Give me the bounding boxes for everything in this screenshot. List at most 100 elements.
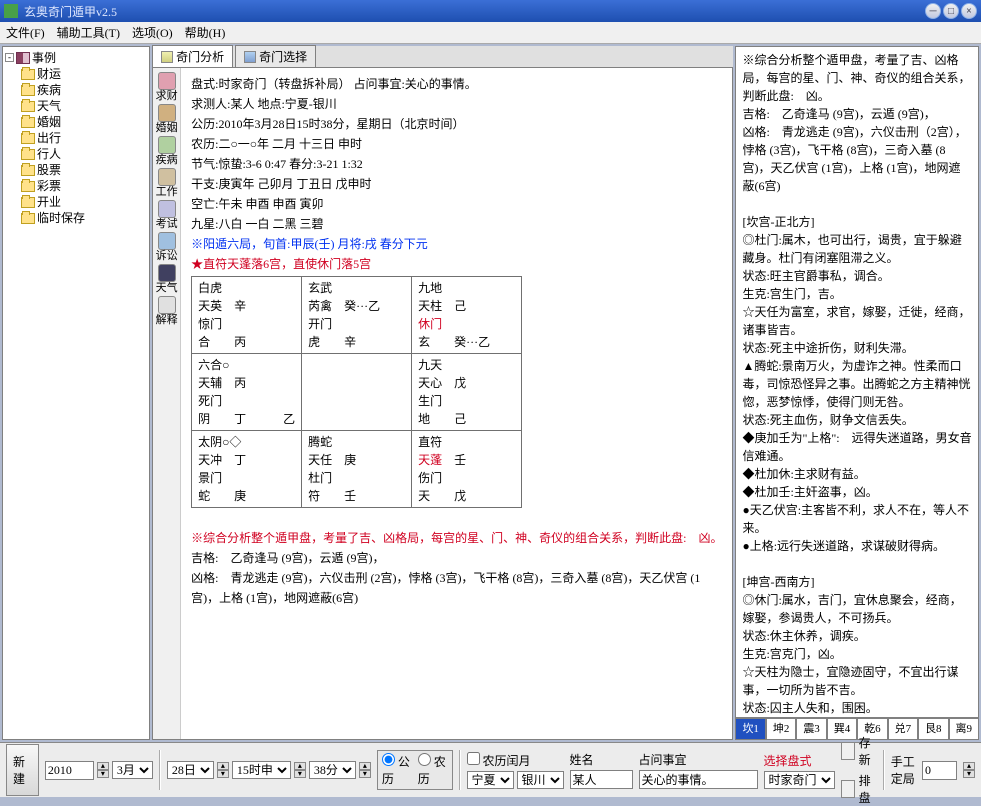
label-panshi: 选择盘式 — [764, 754, 812, 768]
manual-input[interactable] — [922, 761, 957, 780]
grid-cell: 九地天柱 己休门玄 癸···乙 — [412, 277, 522, 354]
radio-nongli[interactable]: 农历 — [418, 753, 448, 787]
min-select[interactable]: 38分 — [309, 761, 356, 779]
tree-item[interactable]: 天气 — [21, 98, 147, 114]
manual-label: 手工定局 — [891, 753, 916, 787]
name-input[interactable] — [570, 770, 633, 789]
folder-icon — [21, 149, 35, 160]
palace-tab[interactable]: 艮8 — [918, 718, 948, 740]
tree-item-label: 开业 — [37, 194, 61, 210]
folder-icon — [21, 101, 35, 112]
iconbar-item[interactable]: 疾病 — [156, 136, 178, 166]
min-spinner[interactable]: ▴▾ — [359, 762, 371, 778]
tree-root[interactable]: - 事例 — [5, 49, 147, 66]
grid-cell: 白虎天英 辛惊门合 丙 — [192, 277, 302, 354]
mid-tabs: 奇门分析 奇门选择 — [152, 46, 733, 68]
tree-item[interactable]: 疾病 — [21, 82, 147, 98]
minimize-button[interactable]: ─ — [925, 3, 941, 19]
hour-spinner[interactable]: ▴▾ — [294, 762, 306, 778]
tab-select[interactable]: 奇门选择 — [235, 45, 316, 67]
tree-item-label: 出行 — [37, 130, 61, 146]
tree-item[interactable]: 财运 — [21, 66, 147, 82]
day-select[interactable]: 28日 — [167, 761, 214, 779]
iconbar-item[interactable]: 工作 — [156, 168, 178, 198]
year-input[interactable] — [45, 761, 94, 780]
menu-opt[interactable]: 选项(O) — [132, 24, 173, 41]
province-select[interactable]: 宁夏 — [467, 771, 514, 789]
line-ganzhi: 干支:庚寅年 己卯月 丁丑日 戊申时 — [191, 174, 722, 194]
manual-spinner[interactable]: ▴▾ — [963, 762, 975, 778]
palace-tab[interactable]: 坎1 — [735, 718, 765, 740]
tree-item-label: 天气 — [37, 98, 61, 114]
check-runyue[interactable]: 农历闰月 — [467, 754, 531, 768]
folder-icon — [21, 117, 35, 128]
right-text-panel: ※综合分析整个遁甲盘，考量了吉、凶格局，每宫的星、门、神、奇仪的组合关系，判断此… — [735, 46, 979, 718]
menu-aux[interactable]: 辅助工具(T) — [57, 24, 120, 41]
paipan-label[interactable]: 排盘 — [859, 772, 877, 806]
menu-file[interactable]: 文件(F) — [6, 24, 45, 41]
city-select[interactable]: 银川 — [517, 771, 564, 789]
tree-item[interactable]: 开业 — [21, 194, 147, 210]
folder-icon — [21, 181, 35, 192]
tree-item[interactable]: 股票 — [21, 162, 147, 178]
summary-1: ※综合分析整个遁甲盘，考量了吉、凶格局，每宫的星、门、神、奇仪的组合关系，判断此… — [191, 528, 722, 548]
iconbar-item[interactable]: 诉讼 — [156, 232, 178, 262]
radio-gongli[interactable]: 公历 — [382, 753, 412, 787]
hour-select[interactable]: 15时申 — [232, 761, 291, 779]
ask-input[interactable] — [639, 770, 758, 789]
category-icon — [158, 136, 176, 154]
label-name: 姓名 — [570, 753, 594, 767]
iconbar-item[interactable]: 考试 — [156, 200, 178, 230]
tab-analysis[interactable]: 奇门分析 — [152, 45, 233, 67]
close-button[interactable]: × — [961, 3, 977, 19]
new-button[interactable]: 新建 — [6, 744, 39, 796]
folder-icon — [21, 213, 35, 224]
label-ask: 占问事宜 — [639, 753, 687, 767]
menu-help[interactable]: 帮助(H) — [185, 24, 226, 41]
line-kongwang: 空亡:午未 申酉 申酉 寅卯 — [191, 194, 722, 214]
grid-cell: 九天天心 戊生门地 己 — [412, 354, 522, 431]
panshi-select[interactable]: 时家奇门 — [764, 771, 835, 789]
line-person: 求测人:某人 地点:宁夏-银川 — [191, 94, 722, 114]
iconbar-item[interactable]: 婚姻 — [156, 104, 178, 134]
iconbar-label: 天气 — [156, 282, 178, 294]
palace-tab[interactable]: 坤2 — [766, 718, 796, 740]
folder-icon — [21, 133, 35, 144]
palace-tab[interactable]: 震3 — [796, 718, 826, 740]
paipan-icon[interactable] — [841, 780, 855, 798]
tree-item[interactable]: 临时保存 — [21, 210, 147, 226]
titlebar: 玄奥奇门遁甲v2.5 ─ □ × — [0, 0, 981, 22]
month-select[interactable]: 3月 — [112, 761, 153, 779]
iconbar: 求财婚姻疾病工作考试诉讼天气解释 — [153, 68, 181, 739]
iconbar-item[interactable]: 求财 — [156, 72, 178, 102]
day-spinner[interactable]: ▴▾ — [217, 762, 229, 778]
qimen-grid: 白虎天英 辛惊门合 丙玄武芮禽 癸···乙开门虎 辛九地天柱 己休门玄 癸···… — [191, 276, 522, 508]
palace-tab[interactable]: 离9 — [949, 718, 979, 740]
palace-tab[interactable]: 兑7 — [888, 718, 918, 740]
iconbar-item[interactable]: 天气 — [156, 264, 178, 294]
category-icon — [158, 200, 176, 218]
tree-item[interactable]: 行人 — [21, 146, 147, 162]
tree-item-label: 财运 — [37, 66, 61, 82]
category-icon — [158, 296, 176, 314]
tab-icon — [161, 51, 173, 63]
save-label[interactable]: 存新 — [859, 734, 877, 768]
folder-icon — [21, 85, 35, 96]
tree-item[interactable]: 婚姻 — [21, 114, 147, 130]
grid-cell — [302, 354, 412, 431]
year-spinner[interactable]: ▴▾ — [97, 762, 109, 778]
tree-item[interactable]: 彩票 — [21, 178, 147, 194]
iconbar-item[interactable]: 解释 — [156, 296, 178, 326]
tree-item-label: 婚姻 — [37, 114, 61, 130]
tab-icon — [244, 51, 256, 63]
app-icon — [4, 4, 18, 18]
folder-icon — [21, 69, 35, 80]
maximize-button[interactable]: □ — [943, 3, 959, 19]
iconbar-label: 婚姻 — [156, 122, 178, 134]
iconbar-label: 解释 — [156, 314, 178, 326]
tree-item[interactable]: 出行 — [21, 130, 147, 146]
tree-item-label: 临时保存 — [37, 210, 85, 226]
save-icon[interactable] — [841, 742, 855, 760]
folder-icon — [21, 197, 35, 208]
collapse-icon[interactable]: - — [5, 53, 14, 62]
